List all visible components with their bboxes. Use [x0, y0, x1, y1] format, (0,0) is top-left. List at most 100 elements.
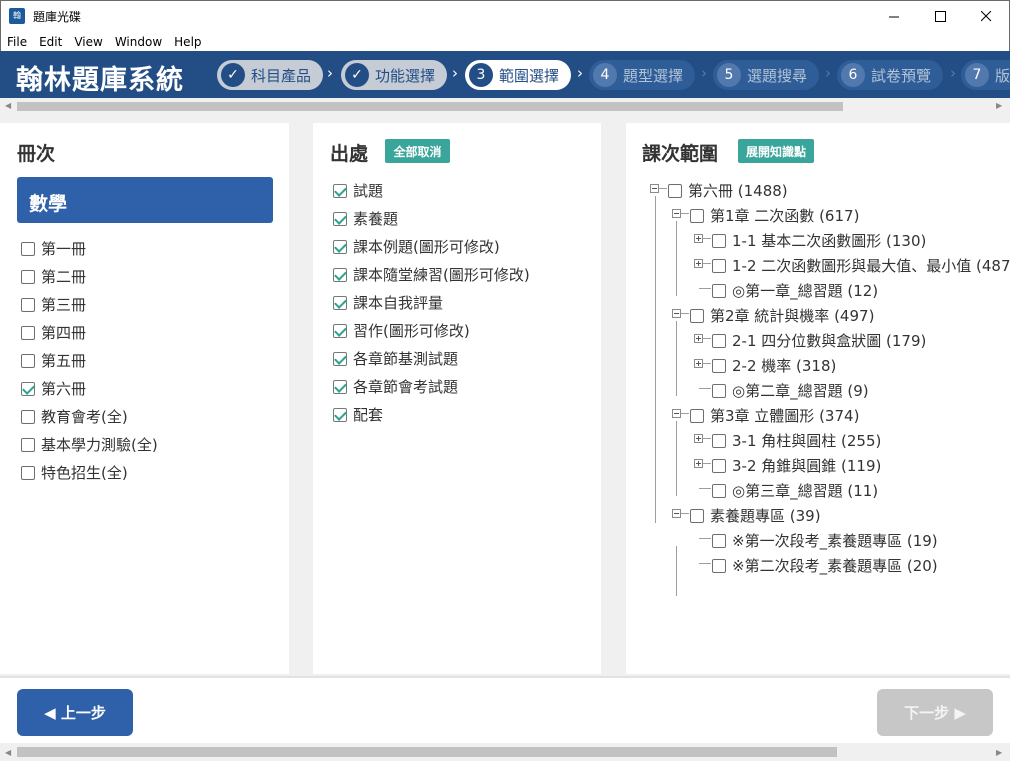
tree-node[interactable]: 1-2 二次函數圖形與最大值、最小值 (487) [712, 255, 1010, 276]
step-5[interactable]: 5 選題搜尋 [713, 60, 820, 90]
checkbox[interactable] [712, 483, 726, 498]
checkbox[interactable] [668, 183, 682, 198]
checkbox[interactable] [21, 465, 35, 480]
checkbox[interactable] [712, 333, 726, 348]
checkbox[interactable] [21, 437, 35, 452]
scroll-thumb[interactable] [17, 102, 843, 111]
checkbox[interactable] [21, 353, 35, 368]
checkbox[interactable] [712, 558, 726, 573]
tree-node[interactable]: 第六冊 (1488) [668, 180, 788, 201]
expand-icon[interactable] [694, 359, 703, 368]
step-4[interactable]: 4 題型選擇 [589, 60, 696, 90]
source-item[interactable]: 配套 [333, 404, 383, 425]
volume-item[interactable]: 第二冊 [21, 266, 86, 287]
collapse-icon[interactable] [672, 409, 681, 418]
checkbox[interactable] [712, 283, 726, 298]
tree-node[interactable]: 2-1 四分位數與盒狀圖 (179) [712, 330, 926, 351]
tree-node[interactable]: 3-1 角柱與圓柱 (255) [712, 430, 881, 451]
step-1[interactable]: ✓ 科目產品 [217, 60, 324, 90]
source-item[interactable]: 各章節基測試題 [333, 348, 458, 369]
tree-node[interactable]: 2-2 機率 (318) [712, 355, 836, 376]
volume-item[interactable]: 教育會考(全) [21, 406, 128, 427]
checkbox-checked[interactable] [333, 239, 347, 254]
checkbox[interactable] [690, 408, 704, 423]
step-7[interactable]: 7版 [961, 60, 1010, 90]
volume-item[interactable]: 第四冊 [21, 322, 86, 343]
header-scrollbar[interactable]: ◀ ▶ [0, 98, 1010, 115]
scroll-right-icon[interactable]: ▶ [996, 748, 1002, 757]
checkbox[interactable] [690, 208, 704, 223]
scroll-left-icon[interactable]: ◀ [5, 748, 11, 757]
source-item[interactable]: 試題 [333, 180, 383, 201]
tree-node[interactable]: ※第一次段考_素養題專區 (19) [712, 530, 938, 551]
close-button[interactable] [963, 1, 1009, 32]
clear-all-button[interactable]: 全部取消 [385, 139, 450, 163]
checkbox[interactable] [21, 325, 35, 340]
expand-icon[interactable] [694, 434, 703, 443]
scroll-thumb[interactable] [17, 747, 837, 757]
source-item[interactable]: 課本例題(圖形可修改) [333, 236, 500, 257]
step-2[interactable]: ✓ 功能選擇 [341, 60, 448, 90]
expand-icon[interactable] [694, 234, 703, 243]
collapse-icon[interactable] [672, 209, 681, 218]
checkbox-checked[interactable] [21, 381, 35, 396]
volume-item[interactable]: 第三冊 [21, 294, 86, 315]
page-scrollbar[interactable]: ◀ ▶ [0, 743, 1010, 761]
expand-icon[interactable] [694, 259, 703, 268]
tree-node[interactable]: 第1章 二次函數 (617) [690, 205, 859, 226]
tree-node[interactable]: 第2章 統計與機率 (497) [690, 305, 874, 326]
scroll-right-icon[interactable]: ▶ [996, 101, 1002, 110]
checkbox-checked[interactable] [333, 351, 347, 366]
next-step-button[interactable]: 下一步 ▶ [877, 689, 993, 736]
checkbox[interactable] [712, 433, 726, 448]
checkbox-checked[interactable] [333, 183, 347, 198]
checkbox[interactable] [712, 383, 726, 398]
menu-help[interactable]: Help [168, 32, 207, 49]
checkbox[interactable] [21, 409, 35, 424]
checkbox[interactable] [690, 508, 704, 523]
checkbox[interactable] [712, 458, 726, 473]
tree-node[interactable]: ◎第三章_總習題 (11) [712, 480, 878, 501]
prev-step-button[interactable]: ◀ 上一步 [17, 689, 133, 736]
checkbox[interactable] [21, 269, 35, 284]
menu-view[interactable]: View [68, 32, 108, 49]
maximize-button[interactable] [917, 1, 963, 32]
collapse-icon[interactable] [650, 184, 659, 193]
tree-node[interactable]: 素養題專區 (39) [690, 505, 821, 526]
checkbox[interactable] [712, 233, 726, 248]
checkbox[interactable] [690, 308, 704, 323]
source-item[interactable]: 習作(圖形可修改) [333, 320, 470, 341]
minimize-button[interactable] [871, 1, 917, 32]
source-item[interactable]: 課本自我評量 [333, 292, 443, 313]
source-item[interactable]: 素養題 [333, 208, 398, 229]
checkbox-checked[interactable] [333, 267, 347, 282]
tree-node[interactable]: ※第二次段考_素養題專區 (20) [712, 555, 938, 576]
menu-edit[interactable]: Edit [33, 32, 68, 49]
tree-node[interactable]: 第3章 立體圖形 (374) [690, 405, 859, 426]
volume-item[interactable]: 特色招生(全) [21, 462, 128, 483]
tree-node[interactable]: 1-1 基本二次函數圖形 (130) [712, 230, 926, 251]
checkbox[interactable] [21, 297, 35, 312]
tree-node[interactable]: ◎第二章_總習題 (9) [712, 380, 869, 401]
checkbox[interactable] [712, 533, 726, 548]
volume-item[interactable]: 第五冊 [21, 350, 86, 371]
source-item[interactable]: 課本隨堂練習(圖形可修改) [333, 264, 530, 285]
step-6[interactable]: 6 試卷預覽 [837, 60, 944, 90]
expand-icon[interactable] [694, 334, 703, 343]
checkbox-checked[interactable] [333, 379, 347, 394]
menu-window[interactable]: Window [109, 32, 168, 49]
collapse-icon[interactable] [672, 509, 681, 518]
step-3[interactable]: 3 範圍選擇 [465, 60, 572, 90]
volume-item[interactable]: 第六冊 [21, 378, 86, 399]
source-item[interactable]: 各章節會考試題 [333, 376, 458, 397]
checkbox-checked[interactable] [333, 323, 347, 338]
checkbox-checked[interactable] [333, 407, 347, 422]
volume-item[interactable]: 基本學力測驗(全) [21, 434, 158, 455]
checkbox[interactable] [712, 258, 726, 273]
menu-file[interactable]: File [1, 32, 33, 49]
checkbox[interactable] [21, 241, 35, 256]
checkbox-checked[interactable] [333, 211, 347, 226]
volume-item[interactable]: 第一冊 [21, 238, 86, 259]
checkbox[interactable] [712, 358, 726, 373]
scroll-left-icon[interactable]: ◀ [5, 101, 11, 110]
